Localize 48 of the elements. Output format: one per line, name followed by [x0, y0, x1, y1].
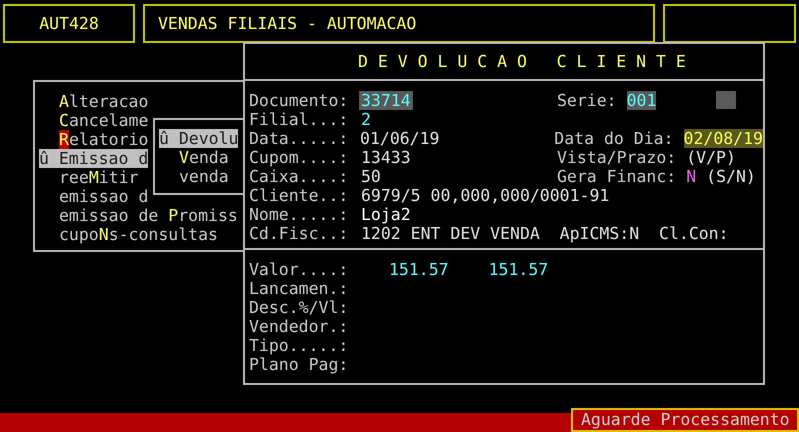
field-value: 33714 — [359, 91, 413, 110]
menu-item[interactable]: Venda — [179, 148, 229, 167]
program-code-box: AUT428 — [3, 4, 135, 43]
status-message: Aguarde Processamento — [571, 408, 799, 432]
field-label: Valor....: — [249, 260, 350, 279]
dialog-title: D E V O L U C A O C L I E N T E — [358, 52, 686, 71]
field-value: N — [686, 167, 696, 186]
menu-item[interactable]: reeMitir — [59, 168, 138, 187]
menu-item[interactable]: Relatorio — [59, 130, 148, 149]
menu-item[interactable]: cupoNs-consultas — [59, 225, 218, 244]
menu-item[interactable]: Cancelame — [59, 111, 148, 130]
field-value: 02/08/19 — [684, 129, 763, 148]
field-value: Loja2 — [360, 205, 412, 224]
field-value: 13433 — [360, 148, 412, 167]
menu-item[interactable]: û Devolu — [159, 129, 238, 148]
field-label: Cupom....: — [249, 148, 350, 167]
status-square — [716, 91, 736, 109]
field-value: (S/N) — [706, 167, 756, 186]
menu-item[interactable]: û Emissao d — [39, 149, 148, 168]
field-label: Plano Pag: — [249, 355, 350, 374]
field-label: Documento: — [249, 91, 350, 110]
field-label: Desc.%/Vl: — [249, 298, 350, 317]
menu-item[interactable]: venda — [179, 167, 229, 186]
field-label: Data.....: — [249, 129, 350, 148]
field-label: Tipo.....: — [249, 336, 350, 355]
field-value: 50 — [360, 167, 382, 186]
field-label: Filial...: — [249, 110, 350, 129]
field-label: Vendedor.: — [249, 317, 350, 336]
field-value: 151.57 — [488, 260, 548, 279]
field-label: Gera Financ: — [557, 167, 676, 186]
field-label: Cd.Fisc..: — [249, 224, 350, 243]
field-label: Serie: — [557, 91, 617, 110]
field-value: 1202 ENT DEV VENDA ApICMS:N Cl.Con: — [360, 224, 730, 243]
field-label: Vista/Prazo: — [557, 148, 676, 167]
field-label: Caixa....: — [249, 167, 350, 186]
field-value: 151.57 — [389, 260, 449, 279]
menu-item[interactable]: emissao de P romiss — [59, 206, 238, 225]
field-value: (V/P) — [686, 148, 736, 167]
menu-item[interactable]: emissao d — [59, 187, 148, 206]
field-label: Data do Dia: — [554, 129, 674, 148]
field-label: Lancamen.: — [249, 279, 350, 298]
field-label: Nome.....: — [249, 205, 350, 224]
menu-item[interactable]: Alteracao — [59, 92, 148, 111]
field-value: 2 — [360, 110, 372, 129]
field-value: 01/06/19 — [359, 129, 440, 148]
field-label: Cliente..: — [249, 186, 350, 205]
field-value: 6979/5 00,000,000/0001-91 — [360, 186, 610, 205]
field-value: 001 — [626, 91, 656, 110]
